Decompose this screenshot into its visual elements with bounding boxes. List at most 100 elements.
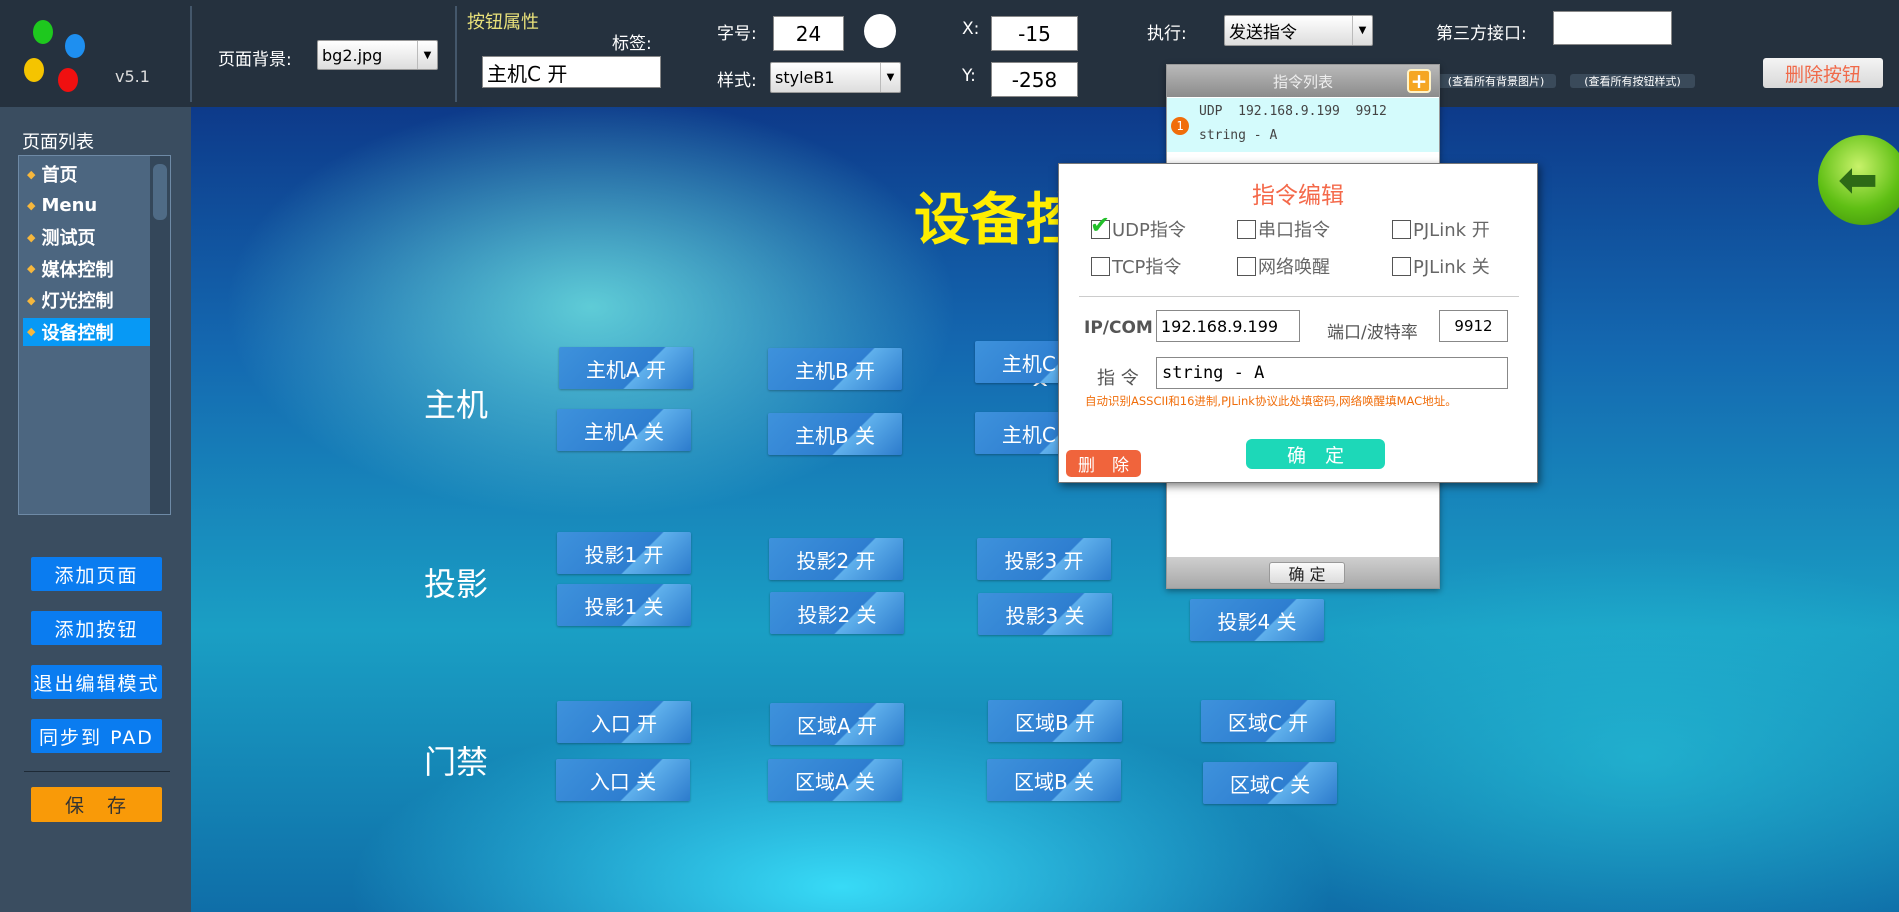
control-button[interactable]: 投影4 关 xyxy=(1190,599,1324,641)
page-name: 媒体控制 xyxy=(41,259,114,281)
command-type-checkbox[interactable]: ✔ UDP指令 xyxy=(1090,211,1186,242)
control-button[interactable]: 区域A 开 xyxy=(770,703,904,745)
checkbox[interactable] xyxy=(1392,219,1411,239)
checkbox[interactable] xyxy=(1237,256,1256,276)
logo-dot-blue xyxy=(65,34,85,58)
delete-button[interactable]: 删除按钮 xyxy=(1763,58,1883,88)
control-button[interactable]: 投影3 关 xyxy=(978,593,1112,635)
control-button[interactable]: 入口 开 xyxy=(557,701,691,743)
save-button[interactable]: 保 存 xyxy=(31,787,162,822)
control-button[interactable]: 投影1 开 xyxy=(557,532,691,574)
style-value: styleB1 xyxy=(775,68,835,87)
diamond-icon: ◆ xyxy=(27,167,36,181)
exec-label: 执行: xyxy=(1147,24,1187,44)
exec-select[interactable]: 发送指令 ▼ xyxy=(1224,15,1373,46)
page-list-item[interactable]: ◆ 首页 xyxy=(23,160,169,188)
control-button[interactable]: 主机B 开 xyxy=(768,348,902,390)
exit-edit-mode-button[interactable]: 退出编辑模式 xyxy=(31,665,162,699)
checkbox-label: PJLink 开 xyxy=(1413,220,1490,241)
add-button-button[interactable]: 添加按钮 xyxy=(31,611,162,645)
command-type-checkbox[interactable]: 网络唤醒 xyxy=(1237,253,1330,279)
checkbox-label: 网络唤醒 xyxy=(1258,257,1330,278)
hint-text: 自动识别ASSCII和16进制,PJLink协议此处填密码,网络唤醒填MAC地址… xyxy=(1085,394,1457,408)
dialog-ok-button[interactable]: 确 定 xyxy=(1246,439,1385,469)
logo-dot-green xyxy=(33,20,53,44)
control-button[interactable]: 区域C 关 xyxy=(1203,762,1337,804)
view-button-styles-button[interactable]: (查看所有按钮样式) xyxy=(1570,74,1695,88)
control-button[interactable]: 区域B 关 xyxy=(987,759,1121,801)
divider xyxy=(24,771,170,772)
api-input[interactable] xyxy=(1553,11,1672,45)
control-button[interactable]: 区域C 开 xyxy=(1201,700,1335,742)
canvas: 设备控制 主机 投影 门禁 ^ 主机A 开主机A 关主机B 开主机B 关主机C … xyxy=(191,107,1899,912)
command-number-badge: 1 xyxy=(1171,117,1189,135)
exec-value: 发送指令 xyxy=(1229,23,1297,43)
control-button[interactable]: 投影3 开 xyxy=(977,538,1111,580)
chevron-down-icon: ▼ xyxy=(417,41,437,69)
control-button[interactable]: 主机B 关 xyxy=(768,413,902,455)
version: v5.1 xyxy=(115,67,150,86)
logo-dot-yellow xyxy=(24,58,44,82)
checkbox[interactable]: ✔ xyxy=(1090,211,1110,239)
command-edit-dialog: 指令编辑 ✔ UDP指令 串口指令 PJLink 开 TCP指令 网络唤醒 PJLink 关… xyxy=(1058,163,1538,483)
command-type-checkbox[interactable]: PJLink 开 xyxy=(1392,216,1490,242)
dialog-title: 指令编辑 xyxy=(1252,183,1344,209)
command-list-footer: 确 定 xyxy=(1167,557,1439,588)
control-button[interactable]: 投影1 关 xyxy=(557,584,691,626)
control-button[interactable]: 投影2 关 xyxy=(770,592,904,634)
page-list-item[interactable]: ◆ 设备控制 xyxy=(23,317,153,346)
sync-to-pad-button[interactable]: 同步到 PAD xyxy=(31,719,162,753)
tag-input[interactable]: 主机C 开 xyxy=(482,56,661,88)
api-label: 第三方接口: xyxy=(1436,24,1527,44)
back-button[interactable]: ⬅ xyxy=(1818,135,1899,225)
style-label: 样式: xyxy=(717,71,757,91)
page-list-item[interactable]: ◆ 灯光控制 xyxy=(23,286,169,314)
tag-label: 标签: xyxy=(612,34,652,54)
diamond-icon: ◆ xyxy=(27,230,36,244)
command-type-checkbox[interactable]: 串口指令 xyxy=(1237,216,1330,242)
control-button[interactable]: 区域A 关 xyxy=(768,759,902,801)
command-type-checkbox[interactable]: TCP指令 xyxy=(1091,253,1181,279)
control-button[interactable]: 入口 关 xyxy=(556,759,690,801)
page-list-item[interactable]: ◆ 测试页 xyxy=(23,223,169,251)
add-page-button[interactable]: 添加页面 xyxy=(31,557,162,591)
page-list-item[interactable]: ◆ 媒体控制 xyxy=(23,255,169,283)
divider xyxy=(1079,296,1519,297)
section-label: 主机 xyxy=(424,386,489,424)
scrollbar-thumb[interactable] xyxy=(153,164,167,220)
bg-value: bg2.jpg xyxy=(322,45,383,65)
command-item[interactable]: 1 UDP 192.168.9.199 9912 string - A xyxy=(1167,98,1439,152)
command-type-checkbox[interactable]: PJLink 关 xyxy=(1392,253,1490,279)
checkbox[interactable] xyxy=(1392,256,1411,276)
control-button[interactable]: 投影2 开 xyxy=(769,538,903,580)
command-summary: UDP 192.168.9.199 9912 xyxy=(1199,104,1387,119)
dialog-delete-button[interactable]: 删 除 xyxy=(1066,450,1141,477)
x-label: X: xyxy=(962,19,980,39)
checkbox-label: TCP指令 xyxy=(1112,257,1182,278)
command-list-ok-button[interactable]: 确 定 xyxy=(1269,562,1345,584)
diamond-icon: ◆ xyxy=(27,293,36,307)
port-input[interactable]: 9912 xyxy=(1439,310,1508,342)
ip-input[interactable]: 192.168.9.199 xyxy=(1156,310,1300,342)
x-input[interactable]: -15 xyxy=(991,16,1078,51)
view-bg-images-button[interactable]: (查看所有背景图片) xyxy=(1436,74,1556,88)
add-command-button[interactable]: + xyxy=(1407,69,1431,93)
color-picker[interactable] xyxy=(864,14,896,48)
y-input[interactable]: -258 xyxy=(991,62,1078,97)
control-button[interactable]: 主机A 开 xyxy=(559,347,693,389)
control-button[interactable]: 区域B 开 xyxy=(988,700,1122,742)
section-label: 门禁 xyxy=(424,743,489,781)
font-size-input[interactable]: 24 xyxy=(773,16,844,51)
page-name: 首页 xyxy=(41,165,78,186)
checkbox[interactable] xyxy=(1237,219,1256,239)
command-list-header: 指令列表 xyxy=(1167,65,1439,97)
command-input[interactable]: string - A xyxy=(1156,357,1508,389)
scrollbar[interactable] xyxy=(150,156,170,514)
bg-select[interactable]: bg2.jpg ▼ xyxy=(317,40,438,70)
checkbox[interactable] xyxy=(1091,256,1110,276)
style-select[interactable]: styleB1 ▼ xyxy=(770,62,901,93)
page-list-item[interactable]: ◆ Menu xyxy=(23,192,169,220)
control-button[interactable]: 主机A 关 xyxy=(557,409,691,451)
page-name: 设备控制 xyxy=(41,322,114,344)
font-size-label: 字号: xyxy=(717,24,757,44)
